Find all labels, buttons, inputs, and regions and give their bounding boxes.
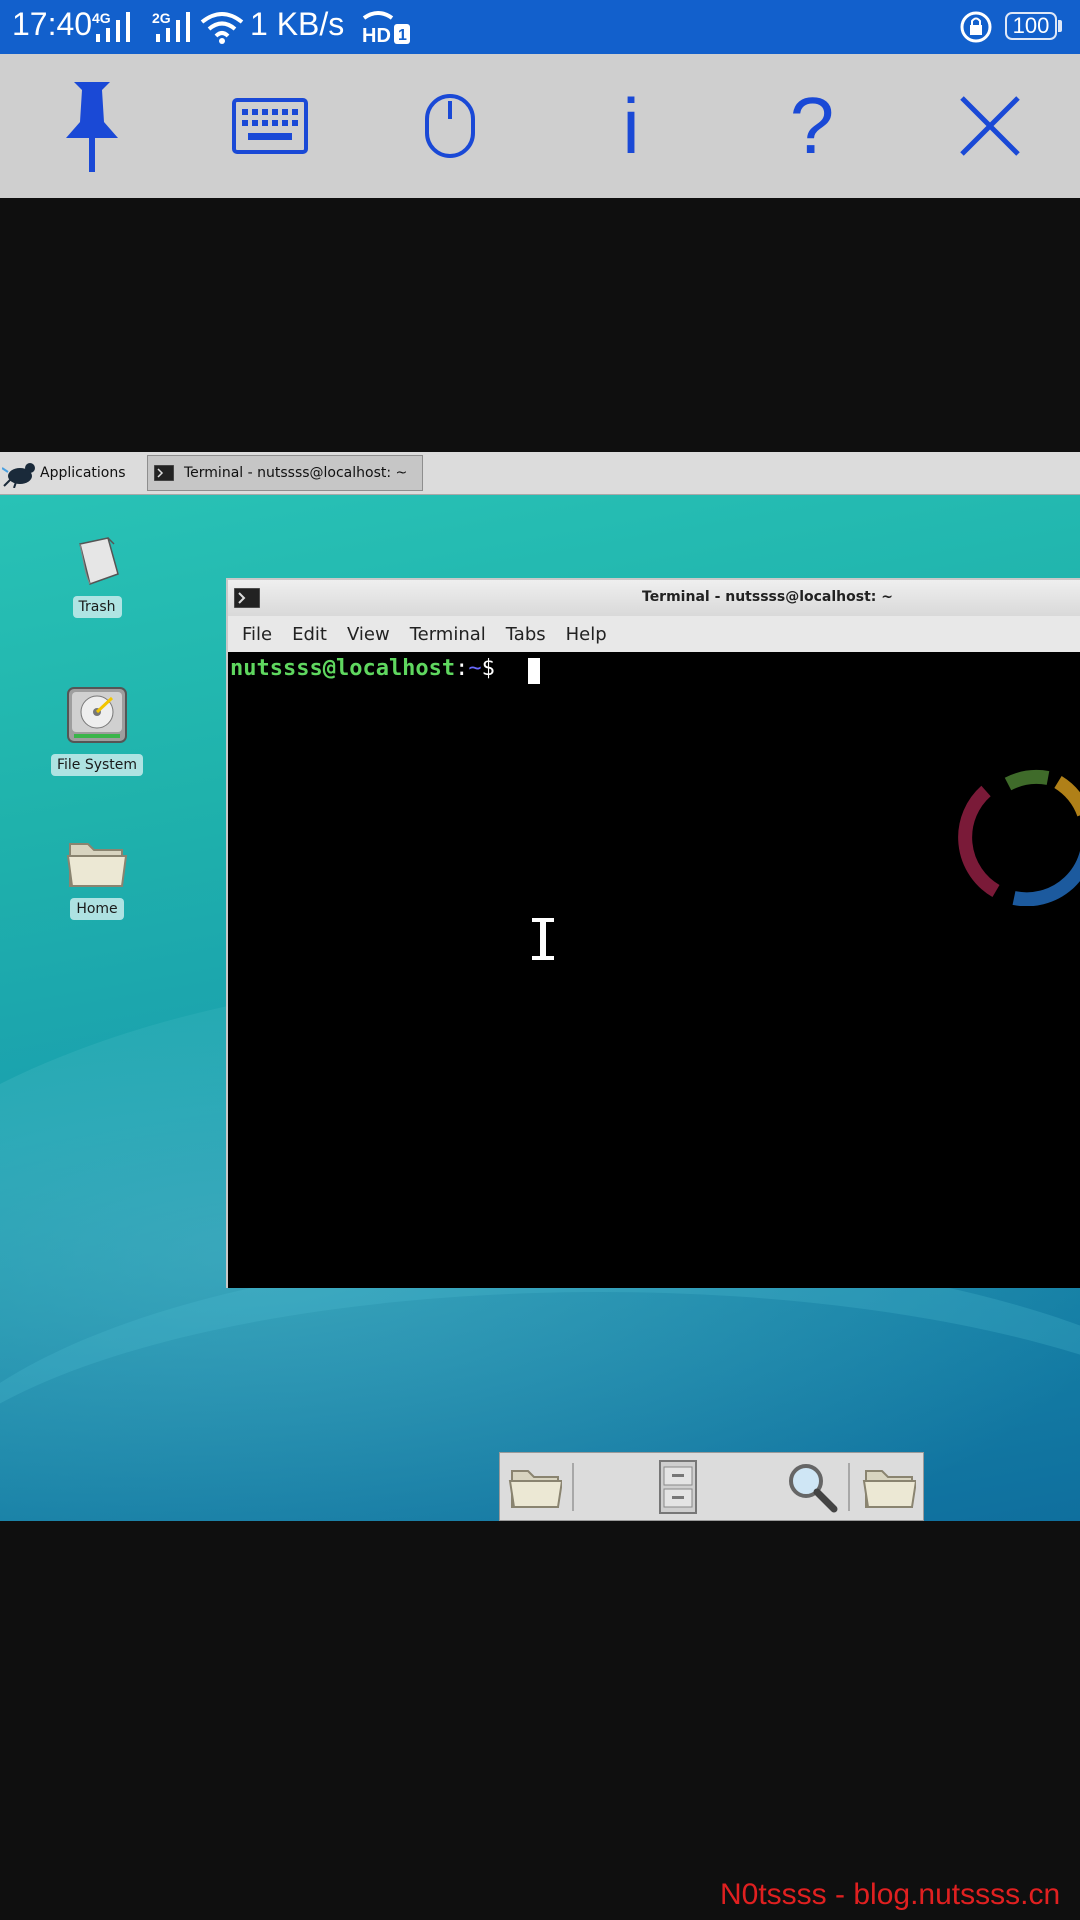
signal-4g-icon: 4G [92,10,148,44]
terminal-window[interactable]: Terminal - nutssss@localhost: ~ File Edi… [226,578,1080,1288]
taskbar-terminal-label: Terminal - nutssss@localhost: ~ [184,465,408,481]
desktop-icon-label: File System [50,754,144,776]
terminal-title: Terminal - nutssss@localhost: ~ [642,589,893,605]
shell-prompt: nutssss@localhost:~$ [230,656,495,681]
help-icon: ? [789,81,835,170]
hd-call-icon: HD 1 [362,11,410,46]
close-button[interactable] [930,54,1050,198]
watermark-text: N0tssss - blog.nutssss.cn [720,1878,1061,1911]
terminal-icon [234,588,260,608]
wifi-icon [200,12,244,44]
status-bar: 17:40 4G 2G 1 KB/s HD 1 100 [0,0,1080,54]
network-speed: 1 KB/s [250,6,345,42]
dock-separator [848,1463,850,1511]
folder-icon[interactable] [862,1463,916,1511]
desktop-icon-label: Home [70,898,124,920]
trash-icon [79,537,119,585]
prompt-user: nutssss@localhost [230,656,456,681]
status-time: 17:40 [12,6,93,42]
keyboard-button[interactable] [210,54,330,198]
mouse-icon [425,94,475,158]
desktop-icon-home[interactable]: Home [42,836,152,920]
menu-terminal[interactable]: Terminal [410,624,486,645]
battery-indicator: 100 [1005,12,1057,40]
dock-separator [572,1463,574,1511]
mouse-button[interactable] [390,54,510,198]
taskbar-terminal-button[interactable]: Terminal - nutssss@localhost: ~ [147,455,423,491]
menu-edit[interactable]: Edit [292,624,327,645]
loading-spinner-icon [958,769,1080,906]
xfce-mouse-icon [2,463,35,488]
desktop-icon-trash[interactable]: Trash [42,534,152,618]
text-cursor [528,658,540,684]
info-icon: i [622,81,640,170]
close-icon [960,96,1020,156]
help-button[interactable]: ? [752,54,872,198]
pin-icon [66,82,118,172]
battery-tip [1058,20,1062,32]
menu-file[interactable]: File [242,624,272,645]
magnifier-icon[interactable] [784,1459,838,1513]
rotation-lock-icon [960,11,992,43]
applications-label: Applications [40,465,126,481]
drive-icon [67,687,127,743]
desktop-icon-file-system[interactable]: File System [42,684,152,776]
menu-tabs[interactable]: Tabs [506,624,546,645]
prompt-path: ~ [468,656,482,681]
folder-icon[interactable] [508,1463,562,1511]
bottom-dock [499,1452,924,1521]
file-cabinet-icon[interactable] [656,1457,700,1517]
terminal-titlebar[interactable]: Terminal - nutssss@localhost: ~ [228,580,1080,616]
remote-desktop[interactable]: Applications Terminal - nutssss@localhos… [0,452,1080,1521]
terminal-menubar: File Edit View Terminal Tabs Help [228,616,1080,653]
terminal-icon [154,465,174,481]
desktop-icon-label: Trash [72,596,122,618]
menu-view[interactable]: View [347,624,390,645]
info-button[interactable]: i [571,54,691,198]
ibeam-cursor-icon [530,916,556,962]
folder-icon [66,843,128,887]
pin-button[interactable] [32,54,152,198]
prompt-symbol: $ [481,656,495,681]
svg-text:1: 1 [398,27,407,44]
menu-help[interactable]: Help [566,624,607,645]
terminal-output[interactable]: nutssss@localhost:~$ [228,652,1080,1288]
xfce-panel: Applications Terminal - nutssss@localhos… [0,452,1080,495]
applications-menu-button[interactable]: Applications [2,455,142,491]
vnc-toolbar: i ? [0,54,1080,198]
keyboard-icon [232,98,308,154]
svg-text:HD: HD [362,25,391,46]
prompt-separator: : [455,656,469,681]
